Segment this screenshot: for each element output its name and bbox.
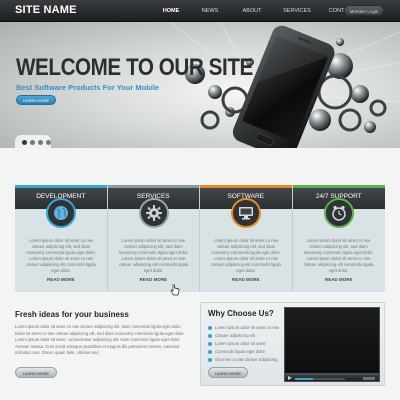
slider-dot-4[interactable] <box>46 140 51 145</box>
hero-subtitle: Best Software Products For Your Mobile <box>16 83 160 92</box>
globe-icon <box>46 198 76 228</box>
why-list-item: Lorem ipsum dolor sit amet co nse <box>208 324 279 332</box>
nav-item-news[interactable]: NEWS <box>190 0 230 22</box>
why-item-text: Ctetuer adipiscing elit <box>215 333 256 338</box>
feature-description: Lorem ipsum dolor sit amet co nse ctetue… <box>118 238 189 273</box>
why-choose-us-heading: Why Choose Us? <box>208 309 274 318</box>
video-controls <box>284 374 380 382</box>
gear-icon <box>138 198 169 228</box>
bullet-icon <box>208 350 212 354</box>
bullet-icon <box>208 342 212 346</box>
why-list-item: Commodo ligula eget dolor <box>208 348 279 356</box>
play-icon[interactable] <box>288 376 292 380</box>
fresh-ideas-heading: Fresh ideas for your business <box>15 310 129 319</box>
why-item-text: Lorem ipsum dolor sit amet co nse <box>215 325 280 330</box>
fresh-learn-more-button[interactable]: LEARN MORE <box>15 367 57 378</box>
hero-title: WELCOME TO OUR SITE <box>16 54 253 81</box>
nav-item-home[interactable]: HOME <box>156 0 186 22</box>
volume-icon[interactable] <box>363 377 375 380</box>
why-learn-more-button[interactable]: LEARN MORE <box>208 367 248 378</box>
read-more-link[interactable]: READ MORE <box>200 277 292 282</box>
slider-dot-3[interactable] <box>38 140 43 145</box>
feature-description: Lorem ipsum dolor sit amet co nse ctetue… <box>211 238 281 273</box>
feature-description: Lorem ipsum dolor sit amet co nse ctetue… <box>26 238 96 273</box>
hand-cursor-icon <box>170 284 180 296</box>
feature-box-development: DEVELOPMENT Lorem ipsum dolor sit amet c… <box>15 185 108 292</box>
monitor-icon <box>231 198 261 228</box>
why-list: Lorem ipsum dolor sit amet co nse Ctetue… <box>208 324 279 364</box>
member-login-button[interactable]: Member Login <box>344 5 384 16</box>
main-nav: HOME NEWS ABOUT SERVICES CONTACT <box>156 0 360 22</box>
read-more-link[interactable]: READ MORE <box>108 277 200 282</box>
why-item-text: Commodo ligula eget dolor <box>215 349 266 354</box>
bullet-icon <box>208 326 212 330</box>
why-item-text: Sit amet co nse ctetuer adipiscing <box>215 357 278 362</box>
video-progress-track[interactable] <box>295 378 345 380</box>
slider-dot-2[interactable] <box>30 140 35 145</box>
top-nav-bar: SITE NAME HOME NEWS ABOUT SERVICES CONTA… <box>0 0 400 22</box>
why-list-item: Lorem ipsum dolor sit amet <box>208 340 279 348</box>
bullet-icon <box>208 334 212 338</box>
why-list-item: Ctetuer adipiscing elit <box>208 332 279 340</box>
video-progress-fill <box>295 378 313 380</box>
video-player-screen[interactable] <box>284 307 380 374</box>
why-list-item: Sit amet co nse ctetuer adipiscing <box>208 356 279 364</box>
read-more-link[interactable]: READ MORE <box>293 277 386 282</box>
nav-item-services[interactable]: SERVICES <box>274 0 320 22</box>
feature-box-support: 24/7 SUPPORT Lorem ipsum dolor sit amet … <box>292 185 386 292</box>
feature-box-software: SOFTWARE Lorem ipsum dolor sit amet co n… <box>200 185 293 292</box>
feature-description: Lorem ipsum dolor sit amet co nse ctetue… <box>303 238 374 273</box>
clock-icon <box>323 198 354 228</box>
site-logo[interactable]: SITE NAME <box>15 4 77 16</box>
hero-banner: WELCOME TO OUR SITE Best Software Produc… <box>0 22 400 148</box>
fresh-ideas-text: Lorem ipsum dolor sit amet co nse ctetue… <box>15 324 185 355</box>
read-more-link[interactable]: READ MORE <box>15 277 107 282</box>
feature-box-services: SERVICES Lorem ipsum dolor sit amet co n… <box>107 185 200 292</box>
why-item-text: Lorem ipsum dolor sit amet <box>215 341 266 346</box>
hero-learn-more-button[interactable]: LEARN MORE <box>16 95 56 105</box>
slider-dots <box>22 140 51 145</box>
bullet-icon <box>208 358 212 362</box>
nav-item-about[interactable]: ABOUT <box>234 0 270 22</box>
slider-dot-1[interactable] <box>22 140 27 145</box>
features-row: DEVELOPMENT Lorem ipsum dolor sit amet c… <box>15 185 385 292</box>
